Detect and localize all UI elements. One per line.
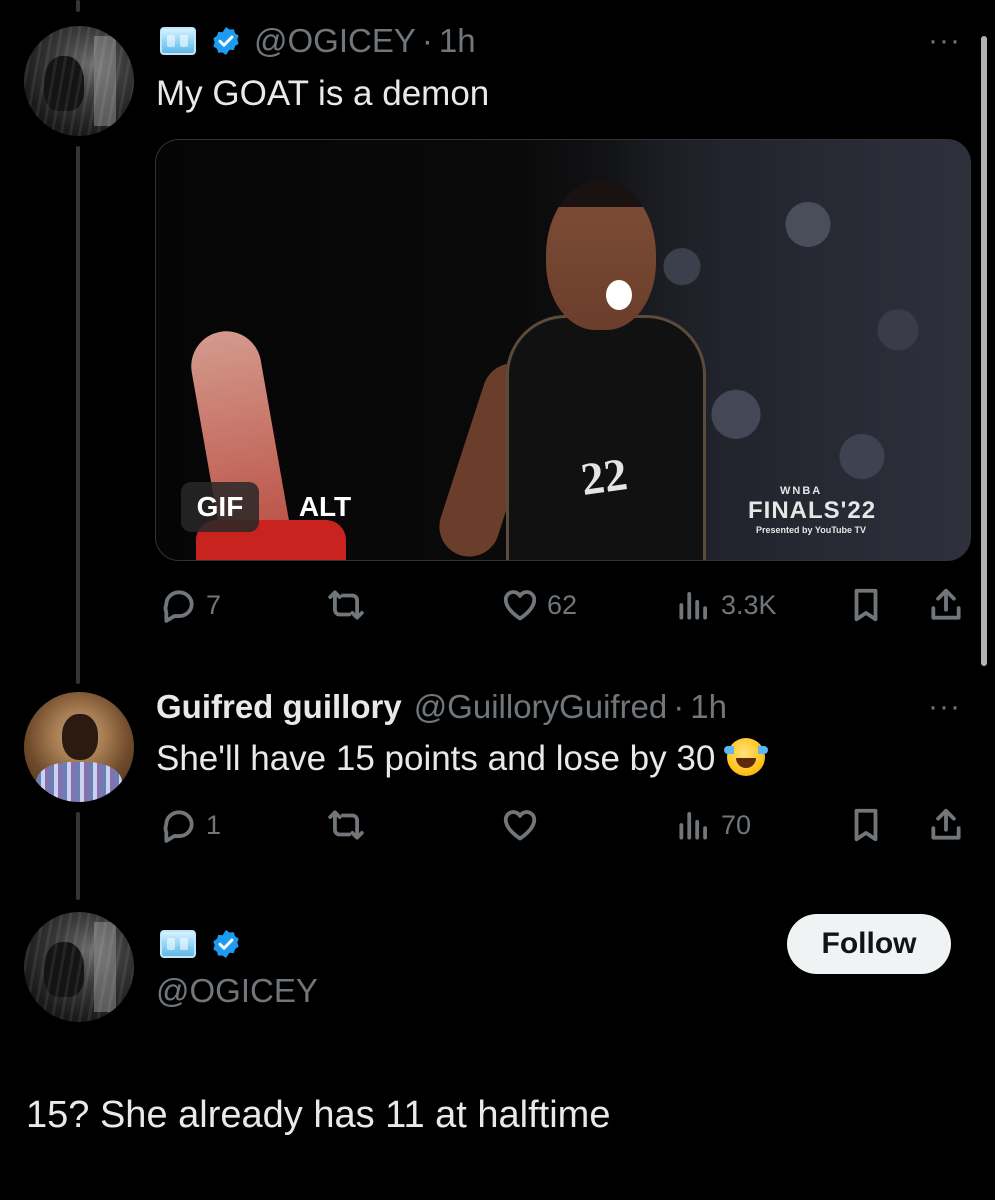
reply-icon <box>163 590 194 623</box>
heart-icon <box>503 810 537 841</box>
reply-button[interactable]: 1 <box>160 806 221 844</box>
thread-connector-lower <box>76 812 80 900</box>
share-icon <box>931 588 961 620</box>
reply-actions: 1 70 <box>155 806 970 850</box>
views-button[interactable]: 70 <box>675 806 751 844</box>
heart-icon <box>503 590 537 621</box>
tweet-actions: 7 62 3.3K <box>155 586 970 630</box>
tears-of-joy-emoji-icon <box>724 738 769 776</box>
ice-emoji-icon <box>160 930 196 958</box>
tweet-text: My GOAT is a demon <box>156 74 490 113</box>
views-count: 3.3K <box>721 589 777 620</box>
retweet-icon <box>328 590 364 620</box>
views-chart-icon <box>679 592 707 620</box>
like-count: 62 <box>547 589 578 620</box>
separator: · <box>421 22 433 59</box>
retweet-button[interactable] <box>327 586 373 624</box>
username[interactable]: @OGICEY <box>156 972 318 1010</box>
focused-tweet-text: 15? She already has 11 at halftime <box>26 1094 611 1136</box>
avatar[interactable] <box>24 26 134 136</box>
timestamp[interactable]: 1h <box>439 22 476 60</box>
reply-icon <box>163 810 194 843</box>
bookmark-icon <box>854 588 878 622</box>
verified-badge-icon <box>213 27 239 55</box>
finals-logo: WNBA FINALS'22 Presented by YouTube TV <box>748 485 876 535</box>
verified-badge-icon <box>213 930 239 958</box>
username[interactable]: @OGICEY <box>254 22 416 60</box>
finals-brand: WNBA <box>780 485 823 497</box>
tweet-header: @OGICEY · 1h <box>160 22 476 60</box>
views-count: 70 <box>721 809 752 840</box>
player-figure: 22 <box>431 180 706 560</box>
reply-count: 7 <box>206 589 222 620</box>
timestamp[interactable]: 1h <box>690 688 727 726</box>
thread-connector-top <box>76 0 80 12</box>
separator: · <box>673 688 685 725</box>
reply-header: Guifred guillory @GuilloryGuifred · 1h <box>156 688 727 726</box>
finals-sponsor: Presented by YouTube TV <box>756 525 867 535</box>
more-options-icon[interactable]: ··· <box>928 690 961 724</box>
display-name[interactable]: Guifred guillory <box>156 688 402 726</box>
reply-text-content: She'll have 15 points and lose by 30 <box>156 739 716 778</box>
bookmark-button[interactable] <box>847 806 893 844</box>
more-options-icon[interactable]: ··· <box>928 24 961 58</box>
follow-button[interactable]: Follow <box>787 914 951 974</box>
finals-title: FINALS'22 <box>748 497 877 524</box>
avatar[interactable] <box>24 912 134 1022</box>
username[interactable]: @GuilloryGuifred <box>414 688 668 726</box>
share-button[interactable] <box>927 586 973 624</box>
jersey-number: 22 <box>577 448 631 505</box>
ice-emoji-icon <box>160 27 196 55</box>
author-badges <box>160 928 254 960</box>
views-button[interactable]: 3.3K <box>675 586 777 624</box>
bookmark-icon <box>854 808 878 842</box>
tweet-media-gif[interactable]: 22 WNBA FINALS'22 Presented by YouTube T… <box>155 139 971 561</box>
avatar[interactable] <box>24 692 134 802</box>
share-icon <box>931 808 961 840</box>
reply-count: 1 <box>206 809 222 840</box>
reply-button[interactable]: 7 <box>160 586 221 624</box>
like-button[interactable] <box>501 806 547 844</box>
alt-text-button[interactable]: ALT <box>284 482 366 532</box>
like-button[interactable]: 62 <box>501 586 577 624</box>
bookmark-button[interactable] <box>847 586 893 624</box>
retweet-button[interactable] <box>327 806 373 844</box>
share-button[interactable] <box>927 806 973 844</box>
scrollbar[interactable] <box>981 36 987 666</box>
reply-text: She'll have 15 points and lose by 30 <box>156 738 769 779</box>
thread-connector <box>76 146 80 684</box>
author-handle-row: @OGICEY <box>156 972 318 1010</box>
views-chart-icon <box>679 812 707 840</box>
retweet-icon <box>328 810 364 840</box>
gif-badge: GIF <box>181 482 259 532</box>
